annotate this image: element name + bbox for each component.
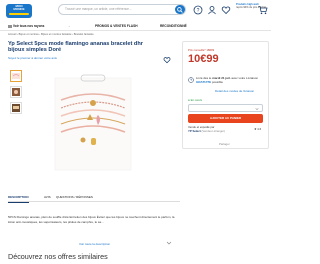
favorites-icon [221, 6, 231, 15]
nav-chevron-down-icon: ⌄ [68, 24, 71, 28]
search-input[interactable]: Trouvé une marque, un article, une référ… [58, 4, 186, 15]
svg-text:?: ? [197, 8, 200, 14]
delivery-post: possible [211, 80, 223, 84]
tab-reviews[interactable]: AVIS [44, 192, 51, 202]
favorites-button[interactable] [221, 5, 231, 15]
product-tabs: DESCRIPTION AVIS QUESTIONS / RÉPONSES [8, 192, 180, 203]
clock-icon [188, 77, 194, 83]
current-price: 10€99 [188, 53, 219, 65]
nav-all-departments-label: Voir tous nos rayons [12, 24, 45, 28]
share-button[interactable]: Partager [219, 142, 230, 146]
account-icon [208, 6, 216, 15]
add-to-cart-button[interactable]: AJOUTER AU PANIER [188, 114, 263, 123]
help-icon: ? [193, 5, 203, 15]
chevron-down-icon [166, 241, 172, 245]
delivery-details-link[interactable]: Détail des modes de livraison [215, 89, 254, 93]
product-thumbnail[interactable] [10, 70, 22, 82]
logo-text-2: MONDE [13, 7, 25, 12]
nav-all-departments[interactable]: Voir tous nos rayons [8, 22, 44, 31]
product-description: 5PCS Flamingo ananas, plein de souffle d… [8, 215, 175, 224]
chevron-down-icon [255, 108, 259, 111]
nav-reconditioned-label: RECONDITIONNÉ [160, 24, 187, 28]
rating-link[interactable]: Soyez le premier à donner votre avis [8, 56, 57, 60]
expand-description-button[interactable] [166, 240, 172, 246]
search-button[interactable] [175, 5, 185, 14]
recommended-price: Prix conseillé* 18€99 [188, 48, 215, 52]
quantity-select[interactable] [188, 104, 263, 112]
stock-status: ● En stock [188, 98, 203, 102]
add-to-favorites-button[interactable] [163, 56, 171, 64]
help-button[interactable]: ? [193, 5, 203, 15]
seller-name[interactable]: YP Select [188, 129, 201, 133]
thumbnail-image [12, 104, 20, 112]
breadcrumb[interactable]: Accueil › Bijoux et montres › Bijoux et … [8, 33, 94, 36]
product-thumbnail[interactable] [10, 102, 22, 114]
delivery-mid: avec votre Livraison [231, 76, 259, 80]
tab-description[interactable]: DESCRIPTION [8, 192, 29, 203]
similar-offers-title: Découvrez nos offres similaires [8, 252, 108, 261]
nav-reconditioned[interactable]: RECONDITIONNÉ [160, 22, 187, 31]
see-full-description-link[interactable]: Voir toute la description [79, 242, 110, 246]
product-main-image[interactable] [43, 70, 143, 175]
thumbnail-image [12, 73, 20, 79]
seller-rating: ★ 4.6 [254, 127, 262, 131]
nav-flash-label: PROMOS & VENTES FLASH [95, 24, 138, 28]
main-nav: Voir tous nos rayons ⌄ PROMOS & VENTES F… [0, 22, 271, 31]
nav-flash-sales[interactable]: PROMOS & VENTES FLASH [95, 22, 138, 31]
product-thumbnail[interactable] [10, 86, 22, 98]
account-button[interactable] [207, 5, 217, 15]
search-icon [177, 6, 183, 13]
product-title: Yp Select 5pcs mode flamingo ananas brac… [8, 41, 143, 54]
bracelet-card-image [54, 74, 132, 171]
delivery-free: GRATUITE [196, 80, 212, 84]
logo-stripe [9, 12, 29, 15]
tab-questions[interactable]: QUESTIONS / RÉPONSES [56, 192, 93, 202]
hamburger-icon [8, 24, 12, 28]
header-promo[interactable]: Produits high-tech reprís 90% du prix d'… [236, 3, 270, 17]
promo-line-2: reprís 90% du prix d'achat [236, 6, 267, 9]
site-logo[interactable]: MON MONDE [6, 4, 32, 18]
thumbnail-image [12, 88, 20, 96]
heart-icon [163, 57, 171, 64]
search-placeholder: Trouvé une marque, un article, une référ… [65, 7, 132, 11]
seller-note: (Vendeur étranger) [201, 128, 225, 133]
delivery-info: Livré dès le mardi 21 juil. avec votre L… [196, 76, 262, 84]
